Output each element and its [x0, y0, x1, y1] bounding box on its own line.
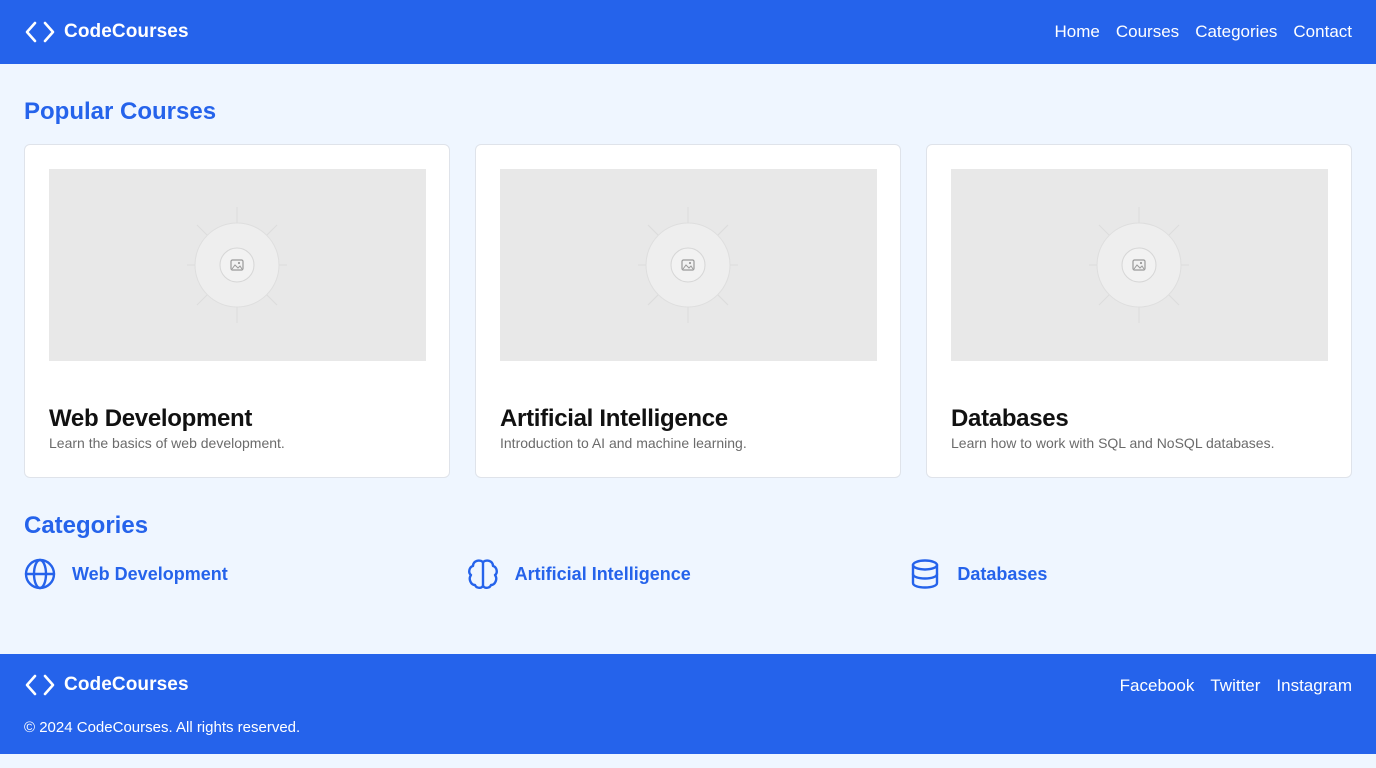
category-item-artificial-intelligence[interactable]: Artificial Intelligence — [467, 558, 910, 590]
categories-heading: Categories — [24, 512, 149, 539]
brain-icon — [467, 559, 498, 589]
header-logo[interactable]: CodeCourses — [24, 21, 189, 43]
site-header: CodeCourses Home Courses Categories Cont… — [0, 0, 1376, 64]
copyright-text: © 2024 CodeCourses. All rights reserved. — [24, 719, 301, 736]
nav-link-home[interactable]: Home — [1055, 22, 1100, 42]
course-card[interactable]: Artificial Intelligence Introduction to … — [475, 144, 901, 478]
nav-link-categories[interactable]: Categories — [1195, 22, 1277, 42]
site-footer: CodeCourses Facebook Twitter Instagram ©… — [0, 654, 1376, 754]
category-label: Databases — [957, 563, 1048, 584]
database-icon — [912, 559, 939, 589]
globe-icon — [24, 558, 56, 590]
course-description: Learn how to work with SQL and NoSQL dat… — [951, 435, 1275, 451]
course-image-placeholder — [500, 169, 877, 361]
social-links: Facebook Twitter Instagram — [1120, 676, 1352, 696]
category-label: Web Development — [72, 563, 228, 584]
code-brackets-icon — [25, 21, 55, 43]
footer-link-facebook[interactable]: Facebook — [1120, 676, 1195, 696]
image-placeholder-icon — [1089, 207, 1189, 323]
course-title: Databases — [951, 405, 1069, 432]
nav-link-courses[interactable]: Courses — [1116, 22, 1179, 42]
code-brackets-icon — [25, 674, 55, 696]
course-image-placeholder — [49, 169, 426, 361]
footer-link-twitter[interactable]: Twitter — [1210, 676, 1260, 696]
course-card[interactable]: Web Development Learn the basics of web … — [24, 144, 450, 478]
category-label: Artificial Intelligence — [514, 563, 691, 584]
category-item-web-development[interactable]: Web Development — [24, 558, 467, 590]
main-nav: Home Courses Categories Contact — [1055, 22, 1352, 42]
image-placeholder-icon — [638, 207, 738, 323]
brand-name: CodeCourses — [64, 21, 189, 42]
popular-courses-heading: Popular Courses — [24, 98, 217, 125]
footer-logo[interactable]: CodeCourses — [24, 674, 189, 696]
nav-link-contact[interactable]: Contact — [1293, 22, 1352, 42]
category-item-databases[interactable]: Databases — [909, 558, 1352, 590]
course-description: Introduction to AI and machine learning. — [500, 435, 747, 451]
course-image-placeholder — [951, 169, 1328, 361]
course-title: Artificial Intelligence — [500, 405, 728, 432]
course-card[interactable]: Databases Learn how to work with SQL and… — [926, 144, 1352, 478]
course-card-list: Web Development Learn the basics of web … — [24, 144, 1352, 478]
brand-name: CodeCourses — [64, 674, 189, 695]
image-placeholder-icon — [187, 207, 287, 323]
footer-link-instagram[interactable]: Instagram — [1276, 676, 1352, 696]
course-title: Web Development — [49, 405, 253, 432]
course-description: Learn the basics of web development. — [49, 435, 285, 451]
category-list: Web Development Artificial Intelligence … — [24, 558, 1352, 590]
